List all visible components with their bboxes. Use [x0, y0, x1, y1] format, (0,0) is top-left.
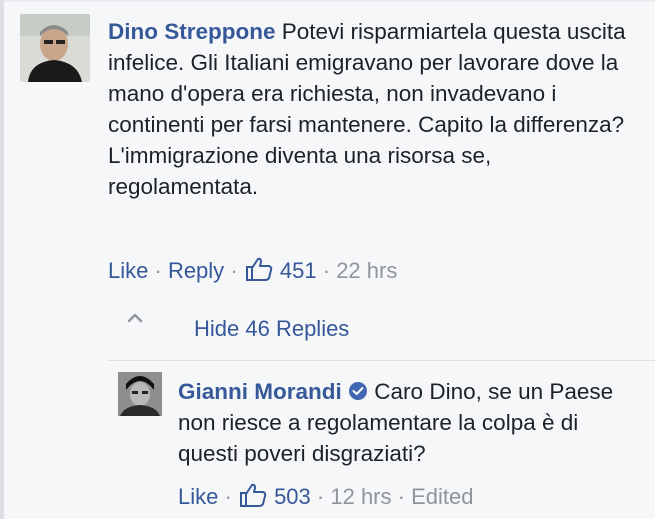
thumbs-up-icon[interactable] — [238, 482, 268, 508]
timestamp[interactable]: 22 hrs — [336, 258, 397, 283]
comment-thread: Dino Streppone Potevi risparmiartela que… — [0, 0, 655, 519]
comment-body: Dino Streppone Potevi risparmiartela que… — [108, 16, 636, 202]
like-link[interactable]: Like — [178, 484, 218, 509]
reply-actions: Like · 503 · 12 hrs · Edited — [178, 482, 628, 511]
reply-body: Gianni Morandi Caro Dino, se un Paese no… — [178, 376, 628, 469]
comment-author[interactable]: Dino Streppone — [108, 19, 276, 44]
separator: · — [322, 258, 337, 283]
separator: · — [154, 258, 168, 283]
timestamp[interactable]: 12 hrs — [330, 484, 391, 509]
reply-link[interactable]: Reply — [168, 258, 224, 283]
divider — [108, 360, 655, 361]
reply-author[interactable]: Gianni Morandi — [178, 379, 342, 404]
verified-badge-icon — [348, 378, 368, 400]
reply-avatar[interactable] — [118, 372, 162, 416]
separator: · — [230, 258, 244, 283]
hide-replies-link[interactable]: Hide 46 Replies — [194, 316, 349, 342]
separator: · — [224, 484, 238, 509]
separator: · — [316, 484, 331, 509]
caret-up-icon[interactable] — [125, 310, 145, 324]
separator: · — [397, 484, 412, 509]
like-link[interactable]: Like — [108, 258, 148, 283]
comment-text: Potevi risparmiartela questa uscita infe… — [108, 19, 626, 199]
hide-replies-row[interactable]: Hide 46 Replies — [108, 302, 655, 354]
like-count[interactable]: 451 — [280, 258, 317, 283]
left-border — [0, 0, 4, 519]
comment-actions: Like · Reply · 451 · 22 hrs — [108, 256, 628, 285]
replies-section: Hide 46 Replies Gianni Morandi Caro Dino… — [108, 302, 655, 519]
avatar[interactable] — [20, 14, 90, 82]
edited-label[interactable]: Edited — [411, 484, 473, 509]
like-count[interactable]: 503 — [274, 484, 311, 509]
thumbs-up-icon[interactable] — [244, 256, 274, 282]
top-divider — [0, 0, 655, 2]
